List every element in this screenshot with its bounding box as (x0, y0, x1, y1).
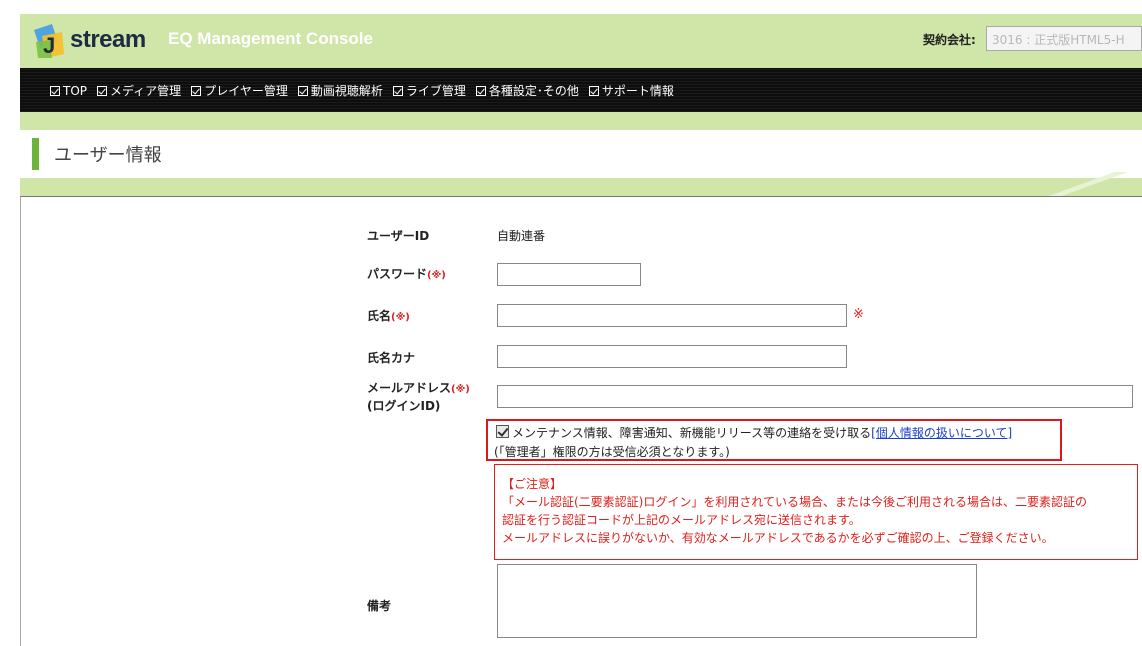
warning-box: 【ご注意】 「メール認証(二要素認証)ログイン」を利用されている場合、または今後… (494, 464, 1138, 560)
password-input[interactable] (497, 263, 641, 286)
user-id-label: ユーザーID (367, 229, 430, 243)
company-select[interactable]: 3016 : 正式版HTML5-H (986, 26, 1142, 51)
remarks-textarea[interactable] (497, 564, 977, 638)
nav-item-media[interactable]: メディア管理 (97, 82, 181, 99)
jstream-logo[interactable]: J stream (32, 22, 162, 62)
svg-text:J: J (43, 33, 55, 58)
app-frame: J stream EQ Management Console 契約会社: 301… (20, 0, 1142, 646)
logo-text: stream (70, 26, 146, 53)
nav-item-live[interactable]: ライブ管理 (392, 82, 466, 99)
password-label: パスワード(※) (367, 267, 446, 281)
header: J stream EQ Management Console 契約会社: 301… (20, 14, 1142, 68)
remarks-label: 備考 (367, 599, 392, 613)
checkbox-icon (297, 85, 308, 96)
page-title: ユーザー情報 (54, 145, 162, 166)
required-indicator: (※) (427, 270, 446, 281)
console-title: EQ Management Console (168, 29, 373, 48)
page-title-box: ユーザー情報 (20, 130, 1142, 178)
checkbox-icon (97, 85, 108, 96)
warning-line: 認証を行う認証コードが上記のメールアドレス宛に送信されます。 (502, 513, 861, 527)
notification-checkbox[interactable] (496, 425, 509, 438)
warning-line: メールアドレスに誤りがないか、有効なメールアドレスであるかを必ずご確認の上、ご登… (502, 531, 1054, 545)
nav-item-support[interactable]: サポート情報 (588, 82, 674, 99)
email-label-sub: (ログインID) (367, 399, 441, 413)
name-input[interactable] (497, 304, 847, 327)
checkbox-icon (588, 85, 599, 96)
required-indicator: (※) (451, 384, 470, 395)
warning-title: 【ご注意】 (502, 477, 563, 491)
nav-item-analytics[interactable]: 動画視聴解析 (297, 82, 383, 99)
checkbox-icon (475, 85, 486, 96)
nav-item-top[interactable]: TOP (50, 82, 87, 99)
notification-checkbox-label: メンテナンス情報、障害通知、新機能リリース等の連絡を受け取る[個人情報の扱いにつ… (512, 426, 1013, 440)
nav-item-settings[interactable]: 各種設定･その他 (475, 82, 579, 99)
user-form: ユーザーID 自動連番 パスワード(※) 氏名(※) ※ 氏名カナ メールアドレ… (20, 196, 1142, 646)
name-label: 氏名(※) (367, 309, 410, 323)
checkbox-icon (392, 85, 403, 96)
required-indicator: (※) (391, 312, 410, 323)
checkbox-icon (50, 85, 60, 96)
name-kana-label: 氏名カナ (367, 351, 416, 365)
email-label: メールアドレス(※) (367, 381, 470, 395)
jstream-logo-icon: J (34, 24, 64, 58)
nav-item-player[interactable]: プレイヤー管理 (191, 82, 288, 99)
company-label: 契約会社: (923, 33, 976, 47)
privacy-policy-link[interactable]: [個人情報の扱いについて] (871, 426, 1012, 440)
email-input[interactable] (497, 385, 1133, 408)
decorative-slash (1030, 172, 1142, 196)
required-symbol: ※ (853, 307, 864, 322)
warning-line: 「メール認証(二要素認証)ログイン」を利用されている場合、または今後ご利用される… (502, 495, 1088, 509)
nav-list: TOP メディア管理 プレイヤー管理 動画視聴解析 ライブ管理 各種設定･その他… (50, 82, 674, 99)
title-band: ユーザー情報 (20, 112, 1142, 196)
user-id-value: 自動連番 (497, 229, 546, 243)
title-accent-bar (32, 138, 39, 170)
admin-note: (「管理者」権限の方は受信必須となります。) (494, 445, 730, 459)
checkbox-icon (191, 85, 202, 96)
main-nav: TOP メディア管理 プレイヤー管理 動画視聴解析 ライブ管理 各種設定･その他… (20, 68, 1142, 112)
name-kana-input[interactable] (497, 345, 847, 368)
